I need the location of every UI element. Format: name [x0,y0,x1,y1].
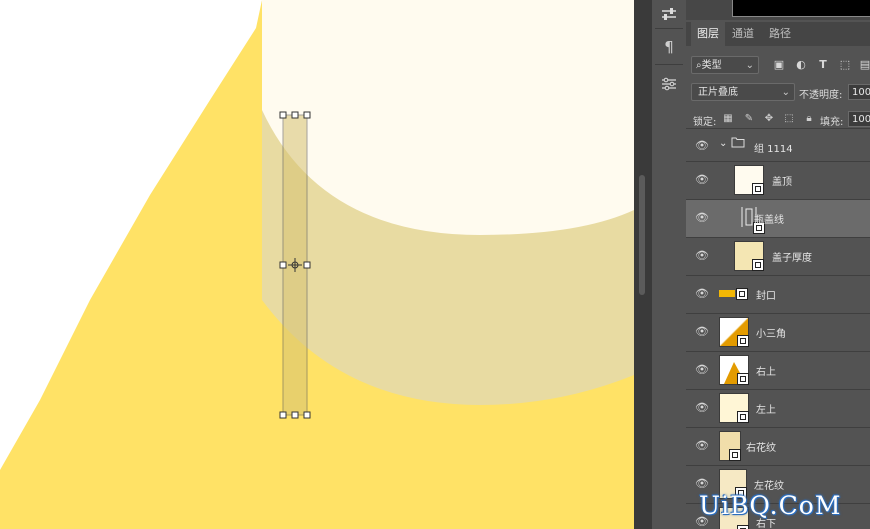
watermark: UiBQ.CoM [699,491,842,520]
layer-name: 盖顶 [772,177,792,188]
document-canvas[interactable] [0,0,634,529]
layer-row[interactable]: 👁︎ 封口 [686,275,870,313]
layer-filter-select[interactable]: ⌕类型 ⌄ [691,56,759,74]
type-filter-icon[interactable]: T [816,58,830,72]
layer-thumbnail [719,431,741,461]
lock-label: 锁定: [693,117,717,128]
smart-object-icon [752,259,764,271]
chevron-down-icon: ⌄ [745,60,754,71]
layer-thumbnail [719,393,749,423]
eye-icon[interactable]: 👁︎ [694,326,710,338]
smart-object-icon [729,449,741,461]
layer-name: 盖子厚度 [772,253,812,264]
eye-icon[interactable]: 👁︎ [694,440,710,452]
fill-label: 填充: [820,117,844,128]
blend-row: 正片叠底 ⌄ 不透明度: 100% [686,82,870,104]
filter-row: ⌕类型 ⌄ ▣ ◐ T ⬚ ▤ [686,52,870,80]
layer-group[interactable]: 👁︎ ⌄ 组 1114 [686,128,870,161]
filter-label: 类型 [701,60,722,71]
layer-name: 封口 [756,291,776,302]
preview-thumbnail [732,0,870,17]
lock-artboard-icon[interactable]: ⬚ [783,113,795,125]
layer-thumbnail [719,355,749,385]
adjustment-filter-icon[interactable]: ◐ [794,58,808,72]
smart-object-icon [737,373,749,385]
folder-icon [731,137,745,151]
layer-name: 瓶盖线 [754,215,784,226]
layer-thumbnail [719,290,735,297]
panel-divider[interactable] [634,0,652,529]
smart-object-icon [752,183,764,195]
blend-mode-value: 正片叠底 [698,87,738,98]
image-filter-icon[interactable]: ▣ [772,58,786,72]
opacity-label: 不透明度: [799,90,843,101]
adjustments-icon[interactable] [652,70,686,98]
tab-channels[interactable]: 通道 [726,22,760,46]
eye-icon[interactable]: 👁︎ [694,364,710,376]
eye-icon[interactable]: 👁︎ [694,478,710,490]
chevron-down-icon[interactable]: ⌄ [719,138,727,149]
layer-thumbnail [719,317,749,347]
layer-thumbnail [734,241,764,271]
blend-mode-select[interactable]: 正片叠底 ⌄ [691,83,795,101]
eye-icon[interactable]: 👁︎ [694,212,710,224]
shape-filter-icon[interactable]: ⬚ [838,58,852,72]
layer-row[interactable]: 👁︎ 盖顶 [686,161,870,199]
tab-paths[interactable]: 路径 [763,22,797,46]
layer-row[interactable]: 👁︎ 左上 [686,389,870,427]
layer-thumbnail [734,165,764,195]
eye-icon[interactable]: 👁︎ [694,140,710,152]
layer-name: 左上 [756,405,776,416]
artwork [0,0,634,529]
smart-object-filter-icon[interactable]: ▤ [858,58,870,72]
smart-object-icon [736,288,748,300]
layer-row[interactable]: 👁︎ 小三角 [686,313,870,351]
opacity-input[interactable]: 100% [848,84,870,100]
chevron-down-icon: ⌄ [781,87,790,98]
eye-icon[interactable]: 👁︎ [694,174,710,186]
lock-move-icon[interactable]: ✥ [763,113,775,125]
scrollbar-thumb[interactable] [639,175,645,295]
layer-row[interactable]: 👁︎ 右花纹 [686,427,870,465]
layer-name: 右上 [756,367,776,378]
smart-object-icon [737,411,749,423]
properties-icon[interactable] [652,0,686,28]
tab-layers[interactable]: 图层 [691,22,725,46]
smart-object-icon [737,525,749,529]
eye-icon[interactable]: 👁︎ [694,402,710,414]
layer-name: 右花纹 [746,443,776,454]
layer-row-selected[interactable]: 👁︎ 瓶盖线 [686,199,870,237]
lock-all-icon[interactable]: 🔒︎ [803,113,815,125]
fill-input[interactable]: 100% [848,111,870,127]
layer-row[interactable]: 👁︎ 右上 [686,351,870,389]
group-name: 组 1114 [754,144,793,155]
panel-tabs: 图层 通道 路径 [686,22,870,46]
eye-icon[interactable]: 👁︎ [694,288,710,300]
layer-name: 左花纹 [754,481,784,492]
eye-icon[interactable]: 👁︎ [694,250,710,262]
layer-row[interactable]: 👁︎ 盖子厚度 [686,237,870,275]
panel-top-bar [686,0,870,20]
lock-brush-icon[interactable]: ✎ [743,113,755,125]
lock-transparent-icon[interactable]: ▦ [722,113,734,125]
lock-row: 锁定: ▦ ✎ ✥ ⬚ 🔒︎ 填充: 100% [686,108,870,130]
panel-icon-strip: ¶ [652,0,687,529]
paragraph-icon[interactable]: ¶ [652,33,686,61]
layers-panel: 图层 通道 路径 ⌕类型 ⌄ ▣ ◐ T ⬚ ▤ 正片叠底 ⌄ 不透明度: 10… [686,0,870,529]
layer-name: 小三角 [756,329,786,340]
smart-object-icon [737,335,749,347]
